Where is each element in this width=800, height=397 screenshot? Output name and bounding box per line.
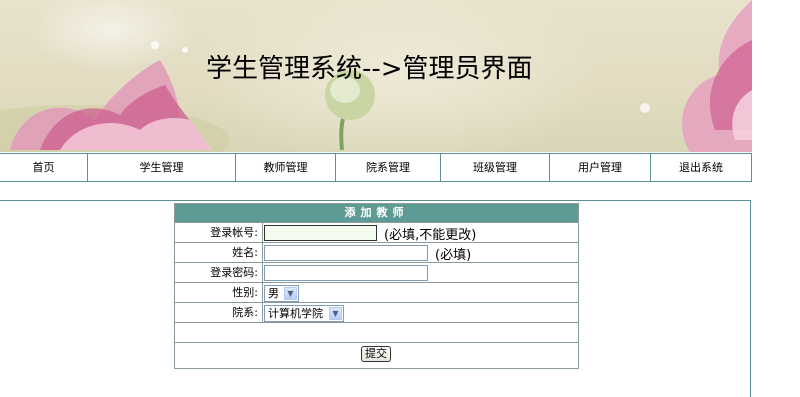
form-row-password: 登录密码: [175, 262, 578, 282]
page-title: 学生管理系统-->管理员界面 [206, 54, 533, 84]
account-input[interactable] [264, 225, 377, 241]
nav-item-students[interactable]: 学生管理 [88, 154, 236, 181]
submit-button[interactable]: 提交 [361, 346, 391, 362]
nav-item-home[interactable]: 首页 [0, 154, 88, 181]
form-row-gender: 性别: 男 ▼ [175, 282, 578, 302]
form-row-department: 院系: 计算机学院 ▼ [175, 302, 578, 322]
add-teacher-form: 添加教师 登录帐号: (必填,不能更改) 姓名: (必填) 登录密码: 性别: … [174, 203, 579, 369]
password-label: 登录密码: [175, 263, 263, 282]
nav-item-teachers[interactable]: 教师管理 [236, 154, 336, 181]
form-row-account: 登录帐号: (必填,不能更改) [175, 222, 578, 243]
form-row-submit: 提交 [175, 342, 578, 364]
name-label: 姓名: [175, 243, 263, 262]
department-select[interactable]: 计算机学院 ▼ [264, 305, 344, 322]
account-label: 登录帐号: [175, 223, 263, 242]
account-hint: (必填,不能更改) [384, 228, 477, 243]
nav-item-users[interactable]: 用户管理 [550, 154, 651, 181]
nav-item-classes[interactable]: 班级管理 [441, 154, 550, 181]
chevron-down-icon[interactable]: ▼ [329, 307, 342, 320]
name-hint: (必填) [435, 248, 472, 263]
name-input[interactable] [264, 245, 428, 261]
gender-select[interactable]: 男 ▼ [264, 285, 299, 302]
department-selected-value: 计算机学院 [268, 307, 323, 320]
form-heading: 添加教师 [175, 204, 578, 222]
gender-selected-value: 男 [268, 287, 279, 300]
nav-item-logout[interactable]: 退出系统 [651, 154, 751, 181]
gender-label: 性别: [175, 283, 263, 302]
department-label: 院系: [175, 303, 263, 322]
header-banner: 学生管理系统-->管理员界面 [0, 0, 752, 152]
nav-item-departments[interactable]: 院系管理 [336, 154, 441, 181]
form-row-spacer [175, 322, 578, 342]
password-input[interactable] [264, 265, 428, 281]
form-row-name: 姓名: (必填) [175, 242, 578, 263]
chevron-down-icon[interactable]: ▼ [284, 287, 297, 300]
main-nav: 首页 学生管理 教师管理 院系管理 班级管理 用户管理 退出系统 [0, 153, 752, 182]
